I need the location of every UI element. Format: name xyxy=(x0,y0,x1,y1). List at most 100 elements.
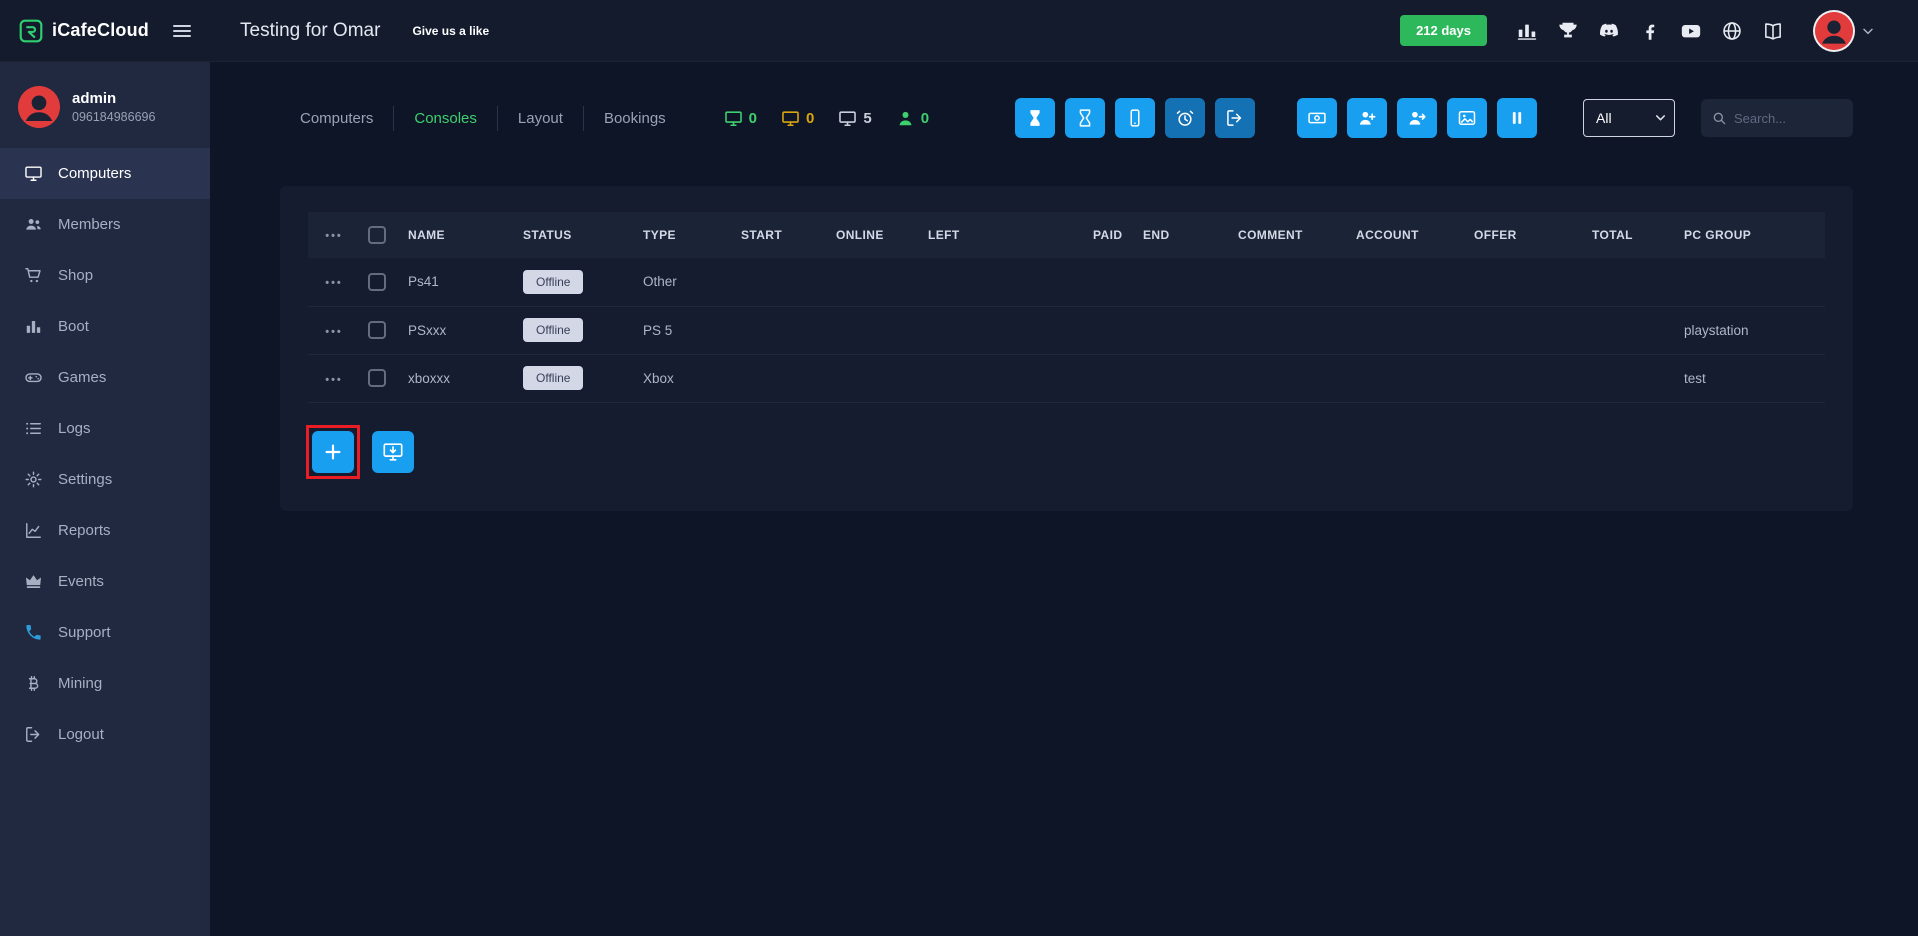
sidebar-item-mining[interactable]: Mining xyxy=(0,658,210,709)
search-icon xyxy=(1711,110,1727,126)
row-checkbox[interactable] xyxy=(368,369,386,387)
hourglass-icon xyxy=(1025,108,1045,128)
cash-button[interactable] xyxy=(1297,98,1337,138)
select-all-checkbox[interactable] xyxy=(368,226,386,244)
hourglass-button[interactable] xyxy=(1015,98,1055,138)
sidebar-item-computers[interactable]: Computers xyxy=(0,148,210,199)
sidebar-item-events[interactable]: Events xyxy=(0,556,210,607)
table-row: ••• xboxxx Offline Xbox test xyxy=(308,354,1825,402)
status-badge: Offline xyxy=(523,270,583,294)
alarm-icon xyxy=(1175,108,1195,128)
action-toolbar: All xyxy=(1015,98,1853,138)
sidebar-user: admin 096184986696 xyxy=(0,76,210,148)
card-actions xyxy=(308,431,1825,473)
smartphone-button[interactable] xyxy=(1115,98,1155,138)
search-box xyxy=(1701,99,1853,137)
sidebar-item-members[interactable]: Members xyxy=(0,199,210,250)
counter-total: 5 xyxy=(838,109,871,128)
view-tabs: Computers Consoles Layout Bookings xyxy=(280,106,686,131)
youtube-icon[interactable] xyxy=(1680,20,1702,42)
member-icon xyxy=(896,109,915,128)
group-filter-select[interactable]: All xyxy=(1583,99,1675,137)
cell-pc-group xyxy=(1684,258,1825,306)
list-icon xyxy=(24,419,43,438)
table-header-row: ••• NAME STATUS TYPE START ONLINE LEFT P… xyxy=(308,212,1825,258)
guide-icon[interactable] xyxy=(1762,20,1784,42)
pc-install-icon xyxy=(382,441,404,463)
counter-online: 0 xyxy=(724,109,757,128)
pause-button[interactable] xyxy=(1497,98,1537,138)
plus-icon xyxy=(322,441,344,463)
trophy-icon[interactable] xyxy=(1557,20,1579,42)
sign-out-icon xyxy=(1225,108,1245,128)
row-checkbox[interactable] xyxy=(368,273,386,291)
row-checkbox[interactable] xyxy=(368,321,386,339)
col-end: END xyxy=(1143,212,1238,258)
sidebar-item-label: Logout xyxy=(58,726,104,743)
add-member-button[interactable] xyxy=(1347,98,1387,138)
sidebar-item-shop[interactable]: Shop xyxy=(0,250,210,301)
sidebar-user-name: admin xyxy=(72,90,155,107)
row-actions-menu[interactable]: ••• xyxy=(325,374,343,386)
tab-consoles[interactable]: Consoles xyxy=(393,106,497,131)
col-name: NAME xyxy=(408,212,523,258)
header-actions-menu[interactable]: ••• xyxy=(325,230,343,242)
monitor-icon xyxy=(838,109,857,128)
sidebar-item-label: Mining xyxy=(58,675,102,692)
sidebar-item-logout[interactable]: Logout xyxy=(0,709,210,760)
col-offer: OFFER xyxy=(1474,212,1592,258)
cell-name: Ps41 xyxy=(408,258,523,306)
add-console-button[interactable] xyxy=(312,431,354,473)
facebook-icon[interactable] xyxy=(1639,20,1661,42)
topbar: iCafeCloud Testing for Omar Give us a li… xyxy=(0,0,1918,62)
hourglass-outline-button[interactable] xyxy=(1065,98,1105,138)
counter-members: 0 xyxy=(896,109,929,128)
sidebar-item-support[interactable]: Support xyxy=(0,607,210,658)
col-online: ONLINE xyxy=(836,212,928,258)
hourglass-outline-icon xyxy=(1075,108,1095,128)
discord-icon[interactable] xyxy=(1598,20,1620,42)
move-member-button[interactable] xyxy=(1397,98,1437,138)
logout-icon xyxy=(24,725,43,744)
sidebar-item-games[interactable]: Games xyxy=(0,352,210,403)
photo-icon xyxy=(1457,108,1477,128)
col-pc-group: PC GROUP xyxy=(1684,212,1825,258)
sidebar-item-label: Reports xyxy=(58,522,111,539)
sidebar-nav: Computers Members Shop Boot Games xyxy=(0,148,210,760)
row-actions-menu[interactable]: ••• xyxy=(325,326,343,338)
user-menu[interactable] xyxy=(1815,12,1876,50)
sidebar-item-boot[interactable]: Boot xyxy=(0,301,210,352)
sidebar-item-reports[interactable]: Reports xyxy=(0,505,210,556)
license-days-badge[interactable]: 212 days xyxy=(1400,15,1487,46)
stats-icon[interactable] xyxy=(1516,20,1538,42)
sidebar-item-settings[interactable]: Settings xyxy=(0,454,210,505)
topbar-right: 212 days xyxy=(1400,12,1918,50)
boot-bars-icon xyxy=(24,317,43,336)
globe-icon[interactable] xyxy=(1721,20,1743,42)
main-content: Computers Consoles Layout Bookings 0 0 xyxy=(210,62,1918,936)
tab-bookings[interactable]: Bookings xyxy=(583,106,686,131)
cell-name: xboxxx xyxy=(408,354,523,402)
tab-layout[interactable]: Layout xyxy=(497,106,583,131)
chart-line-icon xyxy=(24,521,43,540)
give-us-a-like-link[interactable]: Give us a like xyxy=(412,24,489,38)
row-actions-menu[interactable]: ••• xyxy=(325,277,343,289)
brand-zone: iCafeCloud xyxy=(0,18,210,44)
app-logo[interactable]: iCafeCloud xyxy=(18,18,149,44)
status-badge: Offline xyxy=(523,366,583,390)
col-type: TYPE xyxy=(643,212,741,258)
checkout-button[interactable] xyxy=(1215,98,1255,138)
col-status: STATUS xyxy=(523,212,643,258)
tab-toolbar-row: Computers Consoles Layout Bookings 0 0 xyxy=(280,90,1853,146)
gear-icon xyxy=(24,470,43,489)
cell-type: Other xyxy=(643,258,741,306)
hamburger-menu-icon[interactable] xyxy=(170,19,194,43)
sidebar-item-logs[interactable]: Logs xyxy=(0,403,210,454)
sidebar-item-label: Members xyxy=(58,216,121,233)
install-client-button[interactable] xyxy=(372,431,414,473)
sidebar-item-label: Logs xyxy=(58,420,91,437)
consoles-table: ••• NAME STATUS TYPE START ONLINE LEFT P… xyxy=(308,212,1825,403)
screenshot-button[interactable] xyxy=(1447,98,1487,138)
alarm-button[interactable] xyxy=(1165,98,1205,138)
tab-computers[interactable]: Computers xyxy=(280,106,393,131)
